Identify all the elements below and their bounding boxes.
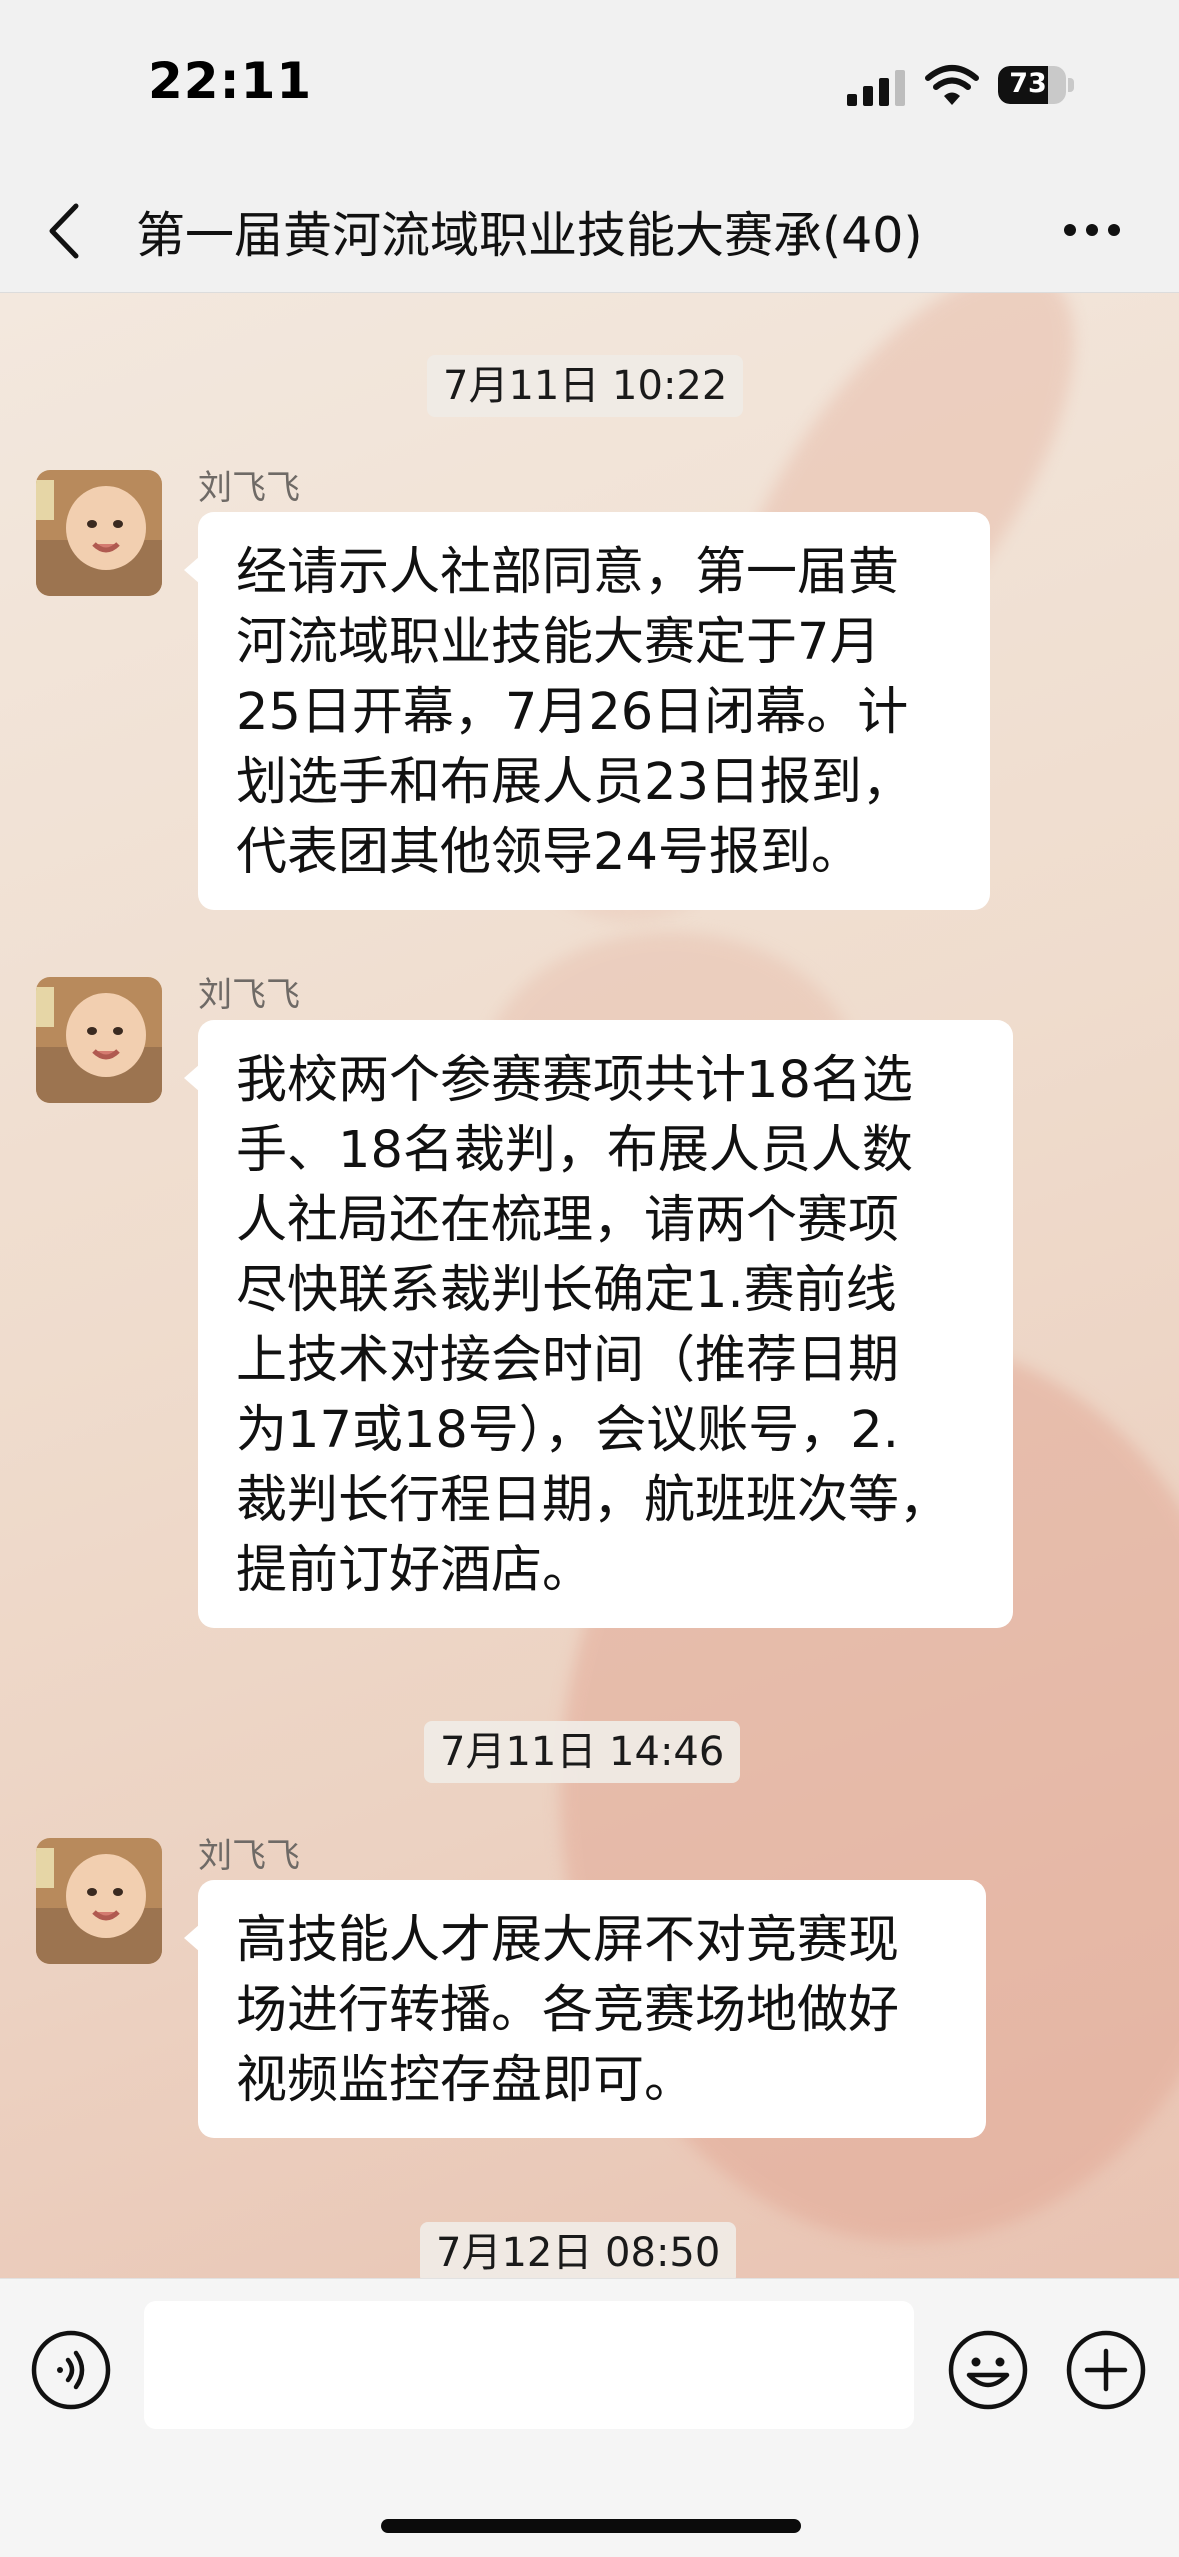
message-input-bar bbox=[0, 2278, 1179, 2557]
cellular-signal-icon bbox=[847, 70, 905, 106]
message-line: 代表团其他领导24号报到。 bbox=[236, 823, 862, 882]
baby-avatar-icon bbox=[36, 470, 162, 596]
baby-avatar-icon bbox=[36, 977, 162, 1103]
home-indicator bbox=[381, 2519, 801, 2533]
message-line: 尽快联系裁判长确定1.赛前线 bbox=[236, 1261, 897, 1320]
message-line: 划选手和布展人员23日报到， bbox=[236, 753, 913, 812]
sender-name: 刘飞飞 bbox=[198, 1836, 300, 1876]
message-input[interactable] bbox=[144, 2301, 914, 2429]
avatar[interactable] bbox=[36, 977, 162, 1103]
sender-name: 刘飞飞 bbox=[198, 468, 300, 508]
battery-body: 73 bbox=[998, 66, 1066, 104]
battery-nub bbox=[1068, 78, 1074, 92]
message-line: 场进行转播。各竞赛场地做好 bbox=[236, 1981, 900, 2040]
chat-header: 第一届黄河流域职业技能大赛承(40) bbox=[0, 170, 1179, 293]
chevron-left-icon[interactable] bbox=[40, 200, 90, 262]
timestamp-chip: 7月11日 10:22 bbox=[427, 355, 744, 417]
message-line: 提前订好酒店。 bbox=[236, 1541, 594, 1600]
status-time: 22:11 bbox=[148, 52, 313, 110]
message-line: 人社局还在梳理，请两个赛项 bbox=[236, 1191, 900, 1250]
message-bubble[interactable]: 高技能人才展大屏不对竞赛现 场进行转播。各竞赛场地做好 视频监控存盘即可。 bbox=[184, 1880, 986, 2138]
status-bar: 22:11 73 bbox=[0, 0, 1179, 170]
battery-percent: 73 bbox=[1009, 68, 1047, 99]
message-line: 我校两个参赛赛项共计18名选 bbox=[236, 1051, 913, 1110]
message-line: 裁判长行程日期，航班班次等， bbox=[236, 1471, 951, 1530]
plus-circle-icon[interactable] bbox=[1065, 2329, 1147, 2411]
timestamp-chip: 7月12日 08:50 bbox=[420, 2222, 737, 2284]
battery-icon: 73 bbox=[998, 66, 1076, 104]
message-line: 河流域职业技能大赛定于7月 bbox=[236, 613, 881, 672]
baby-avatar-icon bbox=[36, 1838, 162, 1964]
wifi-icon bbox=[925, 65, 979, 105]
message-bubble[interactable]: 经请示人社部同意，第一届黄 河流域职业技能大赛定于7月 25日开幕，7月26日闭… bbox=[184, 512, 990, 910]
avatar[interactable] bbox=[36, 1838, 162, 1964]
timestamp-chip: 7月11日 14:46 bbox=[424, 1721, 741, 1783]
emoji-icon[interactable] bbox=[947, 2329, 1029, 2411]
chat-title: 第一届黄河流域职业技能大赛承(40) bbox=[136, 207, 923, 264]
message-line: 高技能人才展大屏不对竞赛现 bbox=[236, 1911, 900, 1970]
message-line: 手、18名裁判，布展人员人数 bbox=[236, 1121, 913, 1180]
message-line: 经请示人社部同意，第一届黄 bbox=[236, 543, 900, 602]
voice-icon[interactable] bbox=[30, 2329, 112, 2411]
more-dots-icon[interactable] bbox=[1062, 222, 1122, 238]
message-bubble[interactable]: 我校两个参赛赛项共计18名选 手、18名裁判，布展人员人数 人社局还在梳理，请两… bbox=[184, 1020, 1013, 1628]
message-line: 为17或18号），会议账号，2. bbox=[236, 1401, 899, 1460]
avatar[interactable] bbox=[36, 470, 162, 596]
message-line: 25日开幕，7月26日闭幕。计 bbox=[236, 683, 909, 742]
sender-name: 刘飞飞 bbox=[198, 975, 300, 1015]
message-line: 上技术对接会时间（推荐日期 bbox=[236, 1331, 900, 1390]
message-line: 视频监控存盘即可。 bbox=[236, 2051, 696, 2110]
